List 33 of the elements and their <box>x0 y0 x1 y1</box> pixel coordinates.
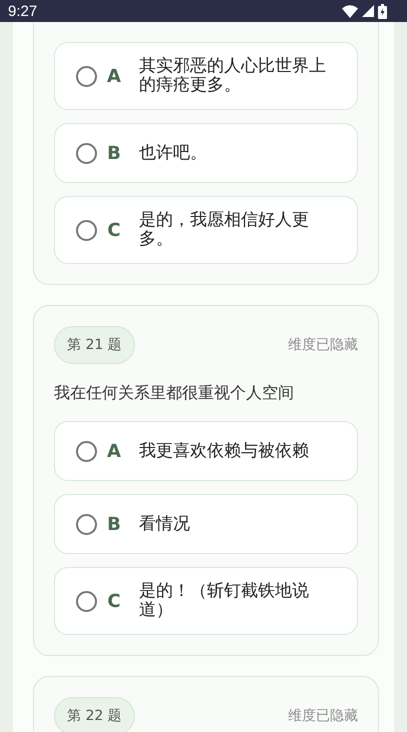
question-number-badge: 第 22 题 <box>54 697 135 732</box>
radio-button[interactable] <box>76 220 97 240</box>
option-letter: C <box>106 220 122 240</box>
answer-option[interactable]: B 看情况 <box>54 494 358 554</box>
option-letter: B <box>106 142 122 164</box>
option-text: 其实邪恶的人心比世界上的痔疮更多。 <box>139 57 327 95</box>
wifi-icon <box>342 4 358 18</box>
answer-option[interactable]: C 是的，我愿相信好人更多。 <box>54 196 358 264</box>
radio-button[interactable] <box>76 142 97 164</box>
signal-icon <box>362 5 374 17</box>
option-letter: A <box>106 440 122 462</box>
answer-option[interactable]: C 是的！（斩钉截铁地说道） <box>54 567 358 635</box>
status-time: 9:27 <box>8 2 38 20</box>
option-letter: B <box>106 514 122 534</box>
option-text: 也许吧。 <box>139 144 208 162</box>
option-text: 是的，我愿相信好人更多。 <box>139 211 310 249</box>
answer-option[interactable]: B 也许吧。 <box>54 123 358 183</box>
question-number-badge: 第 21 题 <box>54 326 135 364</box>
answer-option[interactable]: A 我更喜欢依赖与被依赖 <box>54 421 358 481</box>
option-letter: C <box>106 590 122 612</box>
radio-button[interactable] <box>76 514 97 534</box>
battery-icon <box>378 4 387 18</box>
radio-button[interactable] <box>76 590 97 612</box>
option-text: 看情况 <box>139 514 191 534</box>
radio-button[interactable] <box>76 440 97 462</box>
answer-option[interactable]: A 其实邪恶的人心比世界上的痔疮更多。 <box>54 42 358 110</box>
option-text: 是的！（斩钉截铁地说道） <box>139 582 310 620</box>
radio-button[interactable] <box>76 66 97 86</box>
dimension-label: 维度已隐藏 <box>288 336 358 354</box>
option-letter: A <box>106 66 122 86</box>
option-text: 我更喜欢依赖与被依赖 <box>139 442 310 460</box>
dimension-label: 维度已隐藏 <box>288 707 358 725</box>
question-text: 我在任何关系里都很重视个人空间 <box>54 383 295 404</box>
